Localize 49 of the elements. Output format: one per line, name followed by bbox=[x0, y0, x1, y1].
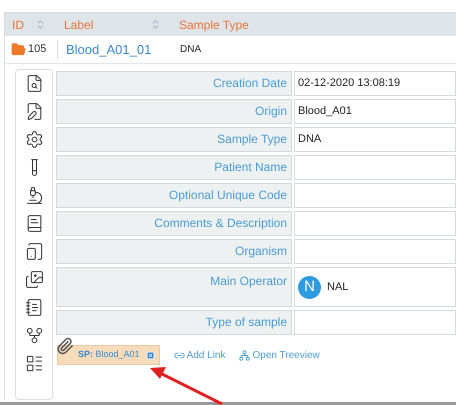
attachment-label: SP: Blood_A01 bbox=[78, 348, 140, 362]
field-label: Type of sample bbox=[56, 310, 292, 335]
microscope-icon[interactable] bbox=[24, 186, 44, 205]
value-field[interactable] bbox=[294, 183, 456, 208]
add-link-link[interactable]: Add Link bbox=[174, 348, 226, 362]
value-field[interactable]: DNA bbox=[294, 127, 456, 152]
notebook-icon[interactable] bbox=[24, 298, 44, 317]
link-label: Open Treeview bbox=[252, 348, 320, 362]
column-header[interactable]: ID bbox=[12, 16, 24, 34]
operator-name: NAL bbox=[327, 280, 348, 295]
settings-icon[interactable] bbox=[24, 130, 44, 149]
paperclip-icon bbox=[56, 337, 74, 355]
list-layout-icon[interactable] bbox=[24, 354, 44, 373]
remove-icon[interactable] bbox=[146, 350, 155, 360]
field-value: DNA bbox=[298, 132, 322, 148]
avatar: N bbox=[298, 276, 321, 298]
column-header[interactable]: Sample Type bbox=[179, 16, 249, 34]
folder-icon[interactable] bbox=[11, 42, 26, 57]
value-field[interactable] bbox=[294, 310, 456, 335]
photos-icon[interactable] bbox=[24, 270, 44, 289]
field-label: Organism bbox=[56, 239, 292, 264]
column-header[interactable]: Label bbox=[64, 16, 94, 34]
value-field[interactable]: Blood_A01 bbox=[294, 99, 456, 124]
file-search-icon[interactable] bbox=[24, 74, 44, 93]
open-treeview-link[interactable]: Open Treeview bbox=[239, 348, 320, 362]
tablet-icon[interactable] bbox=[24, 242, 44, 261]
field-value: Blood_A01 bbox=[298, 104, 352, 120]
link-label: Add Link bbox=[186, 348, 226, 362]
file-pen-icon[interactable] bbox=[24, 102, 44, 121]
field-label: Main Operator bbox=[56, 267, 292, 307]
field-value: 02-12-2020 13:08:19 bbox=[298, 76, 400, 92]
field-label: Origin bbox=[56, 99, 292, 124]
value-field[interactable]: N NAL bbox=[294, 267, 456, 307]
field-label: Sample Type bbox=[56, 127, 292, 152]
row-id: 105 bbox=[28, 42, 46, 58]
value-field[interactable]: 02-12-2020 13:08:19 bbox=[294, 71, 456, 96]
book-icon[interactable] bbox=[24, 214, 44, 233]
branch-icon[interactable] bbox=[24, 326, 44, 345]
field-label: Patient Name bbox=[56, 155, 292, 180]
row-label[interactable]: Blood_A01_01 bbox=[57, 40, 172, 60]
value-field[interactable] bbox=[294, 239, 456, 264]
treeview-icon bbox=[239, 350, 250, 360]
row-sample-type: DNA bbox=[179, 43, 202, 57]
field-label: Optional Unique Code bbox=[56, 183, 292, 208]
attachment-tag[interactable]: SP: Blood_A01 bbox=[57, 345, 160, 365]
value-field[interactable] bbox=[294, 211, 456, 236]
value-field[interactable] bbox=[294, 155, 456, 180]
field-label: Comments & Description bbox=[56, 211, 292, 236]
field-label: Creation Date bbox=[56, 71, 292, 96]
